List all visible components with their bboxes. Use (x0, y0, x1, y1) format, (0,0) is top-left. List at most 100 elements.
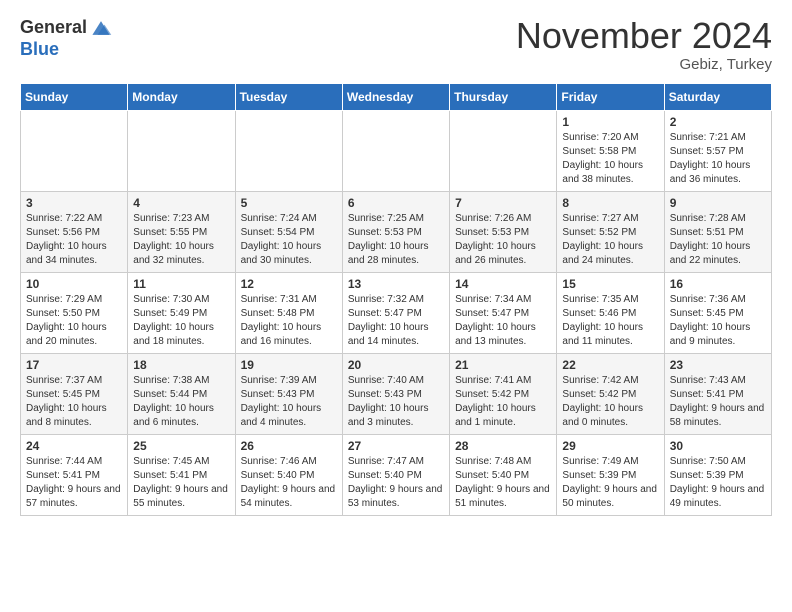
calendar-cell: 30 Sunrise: 7:50 AM Sunset: 5:39 PM Dayli… (664, 434, 771, 515)
calendar-cell: 17 Sunrise: 7:37 AM Sunset: 5:45 PM Dayli… (21, 353, 128, 434)
day-number: 21 (455, 358, 551, 372)
calendar-cell: 4Sunrise: 7:23 AM Sunset: 5:55 PM Daylig… (128, 191, 235, 272)
day-info: Sunrise: 7:44 AM Sunset: 5:41 PM Dayligh… (26, 455, 122, 511)
month-title: November 2024 (516, 16, 772, 56)
day-info: Sunrise: 7:50 AM Sunset: 5:39 PM Dayligh… (670, 455, 766, 511)
day-info: Sunrise: 7:45 AM Sunset: 5:41 PM Dayligh… (133, 455, 229, 511)
day-info: Sunrise: 7:20 AM Sunset: 5:58 PM Dayligh… (562, 131, 658, 187)
day-info: Sunrise: 7:31 AM Sunset: 5:48 PM Dayligh… (241, 293, 337, 349)
calendar-cell (450, 110, 557, 191)
calendar-cell: 12Sunrise: 7:31 AM Sunset: 5:48 PM Dayli… (235, 272, 342, 353)
calendar-cell: 20Sunrise: 7:40 AM Sunset: 5:43 PM Dayli… (342, 353, 449, 434)
day-number: 17 (26, 358, 122, 372)
day-number: 15 (562, 277, 658, 291)
calendar-cell: 18 Sunrise: 7:38 AM Sunset: 5:44 PM Dayli… (128, 353, 235, 434)
day-info: Sunrise: 7:48 AM Sunset: 5:40 PM Dayligh… (455, 455, 551, 511)
logo: General Blue (20, 16, 113, 60)
day-number: 8 (562, 196, 658, 210)
day-number: 26 (241, 439, 337, 453)
calendar-cell (342, 110, 449, 191)
day-info: Sunrise: 7:38 AM Sunset: 5:44 PM Dayligh… (133, 374, 229, 430)
day-info: Sunrise: 7:29 AM Sunset: 5:50 PM Dayligh… (26, 293, 122, 349)
day-info: Sunrise: 7:36 AM Sunset: 5:45 PM Dayligh… (670, 293, 766, 349)
calendar-cell: 13Sunrise: 7:32 AM Sunset: 5:47 PM Dayli… (342, 272, 449, 353)
page: General Blue November 2024 Gebiz, Turkey… (0, 0, 792, 532)
logo-blue-text: Blue (20, 39, 59, 59)
day-info: Sunrise: 7:34 AM Sunset: 5:47 PM Dayligh… (455, 293, 551, 349)
calendar-cell: 14 Sunrise: 7:34 AM Sunset: 5:47 PM Dayli… (450, 272, 557, 353)
day-info: Sunrise: 7:37 AM Sunset: 5:45 PM Dayligh… (26, 374, 122, 430)
col-monday: Monday (128, 83, 235, 110)
calendar-cell: 8 Sunrise: 7:27 AM Sunset: 5:52 PM Daylig… (557, 191, 664, 272)
day-info: Sunrise: 7:24 AM Sunset: 5:54 PM Dayligh… (241, 212, 337, 268)
calendar-cell: 26Sunrise: 7:46 AM Sunset: 5:40 PM Dayli… (235, 434, 342, 515)
calendar-week-4: 17 Sunrise: 7:37 AM Sunset: 5:45 PM Dayli… (21, 353, 772, 434)
calendar-week-3: 10 Sunrise: 7:29 AM Sunset: 5:50 PM Dayli… (21, 272, 772, 353)
day-number: 1 (562, 115, 658, 129)
calendar-cell: 19 Sunrise: 7:39 AM Sunset: 5:43 PM Dayli… (235, 353, 342, 434)
col-thursday: Thursday (450, 83, 557, 110)
calendar-cell: 2 Sunrise: 7:21 AM Sunset: 5:57 PM Daylig… (664, 110, 771, 191)
calendar-cell: 22Sunrise: 7:42 AM Sunset: 5:42 PM Dayli… (557, 353, 664, 434)
header: General Blue November 2024 Gebiz, Turkey (20, 16, 772, 73)
col-friday: Friday (557, 83, 664, 110)
calendar-cell: 29Sunrise: 7:49 AM Sunset: 5:39 PM Dayli… (557, 434, 664, 515)
day-number: 5 (241, 196, 337, 210)
calendar-cell: 21 Sunrise: 7:41 AM Sunset: 5:42 PM Dayli… (450, 353, 557, 434)
day-number: 2 (670, 115, 766, 129)
day-info: Sunrise: 7:39 AM Sunset: 5:43 PM Dayligh… (241, 374, 337, 430)
day-info: Sunrise: 7:35 AM Sunset: 5:46 PM Dayligh… (562, 293, 658, 349)
day-number: 9 (670, 196, 766, 210)
calendar-week-1: 1 Sunrise: 7:20 AM Sunset: 5:58 PM Daylig… (21, 110, 772, 191)
day-number: 18 (133, 358, 229, 372)
day-info: Sunrise: 7:32 AM Sunset: 5:47 PM Dayligh… (348, 293, 444, 349)
calendar-cell: 7Sunrise: 7:26 AM Sunset: 5:53 PM Daylig… (450, 191, 557, 272)
day-info: Sunrise: 7:21 AM Sunset: 5:57 PM Dayligh… (670, 131, 766, 187)
logo-icon (89, 16, 113, 40)
header-row: Sunday Monday Tuesday Wednesday Thursday… (21, 83, 772, 110)
calendar-cell (235, 110, 342, 191)
day-number: 22 (562, 358, 658, 372)
day-number: 25 (133, 439, 229, 453)
col-sunday: Sunday (21, 83, 128, 110)
day-number: 19 (241, 358, 337, 372)
calendar-cell: 5 Sunrise: 7:24 AM Sunset: 5:54 PM Daylig… (235, 191, 342, 272)
calendar-cell: 24Sunrise: 7:44 AM Sunset: 5:41 PM Dayli… (21, 434, 128, 515)
calendar-cell: 28 Sunrise: 7:48 AM Sunset: 5:40 PM Dayli… (450, 434, 557, 515)
day-info: Sunrise: 7:41 AM Sunset: 5:42 PM Dayligh… (455, 374, 551, 430)
col-wednesday: Wednesday (342, 83, 449, 110)
day-info: Sunrise: 7:40 AM Sunset: 5:43 PM Dayligh… (348, 374, 444, 430)
day-number: 29 (562, 439, 658, 453)
logo-general-text: General (20, 18, 87, 38)
day-number: 7 (455, 196, 551, 210)
calendar-week-5: 24Sunrise: 7:44 AM Sunset: 5:41 PM Dayli… (21, 434, 772, 515)
calendar-cell: 11 Sunrise: 7:30 AM Sunset: 5:49 PM Dayli… (128, 272, 235, 353)
calendar-cell: 15 Sunrise: 7:35 AM Sunset: 5:46 PM Dayli… (557, 272, 664, 353)
day-number: 4 (133, 196, 229, 210)
day-number: 28 (455, 439, 551, 453)
calendar-cell (21, 110, 128, 191)
calendar-table: Sunday Monday Tuesday Wednesday Thursday… (20, 83, 772, 516)
day-number: 30 (670, 439, 766, 453)
calendar-cell: 6 Sunrise: 7:25 AM Sunset: 5:53 PM Daylig… (342, 191, 449, 272)
day-number: 11 (133, 277, 229, 291)
calendar-week-2: 3Sunrise: 7:22 AM Sunset: 5:56 PM Daylig… (21, 191, 772, 272)
title-block: November 2024 Gebiz, Turkey (516, 16, 772, 73)
day-info: Sunrise: 7:27 AM Sunset: 5:52 PM Dayligh… (562, 212, 658, 268)
calendar-cell: 9Sunrise: 7:28 AM Sunset: 5:51 PM Daylig… (664, 191, 771, 272)
day-number: 27 (348, 439, 444, 453)
day-info: Sunrise: 7:25 AM Sunset: 5:53 PM Dayligh… (348, 212, 444, 268)
day-number: 14 (455, 277, 551, 291)
calendar-cell: 1 Sunrise: 7:20 AM Sunset: 5:58 PM Daylig… (557, 110, 664, 191)
day-number: 16 (670, 277, 766, 291)
calendar-cell: 27Sunrise: 7:47 AM Sunset: 5:40 PM Dayli… (342, 434, 449, 515)
day-number: 6 (348, 196, 444, 210)
calendar-cell: 23Sunrise: 7:43 AM Sunset: 5:41 PM Dayli… (664, 353, 771, 434)
day-number: 10 (26, 277, 122, 291)
col-saturday: Saturday (664, 83, 771, 110)
col-tuesday: Tuesday (235, 83, 342, 110)
calendar-cell: 3Sunrise: 7:22 AM Sunset: 5:56 PM Daylig… (21, 191, 128, 272)
calendar-cell (128, 110, 235, 191)
day-info: Sunrise: 7:22 AM Sunset: 5:56 PM Dayligh… (26, 212, 122, 268)
day-info: Sunrise: 7:30 AM Sunset: 5:49 PM Dayligh… (133, 293, 229, 349)
